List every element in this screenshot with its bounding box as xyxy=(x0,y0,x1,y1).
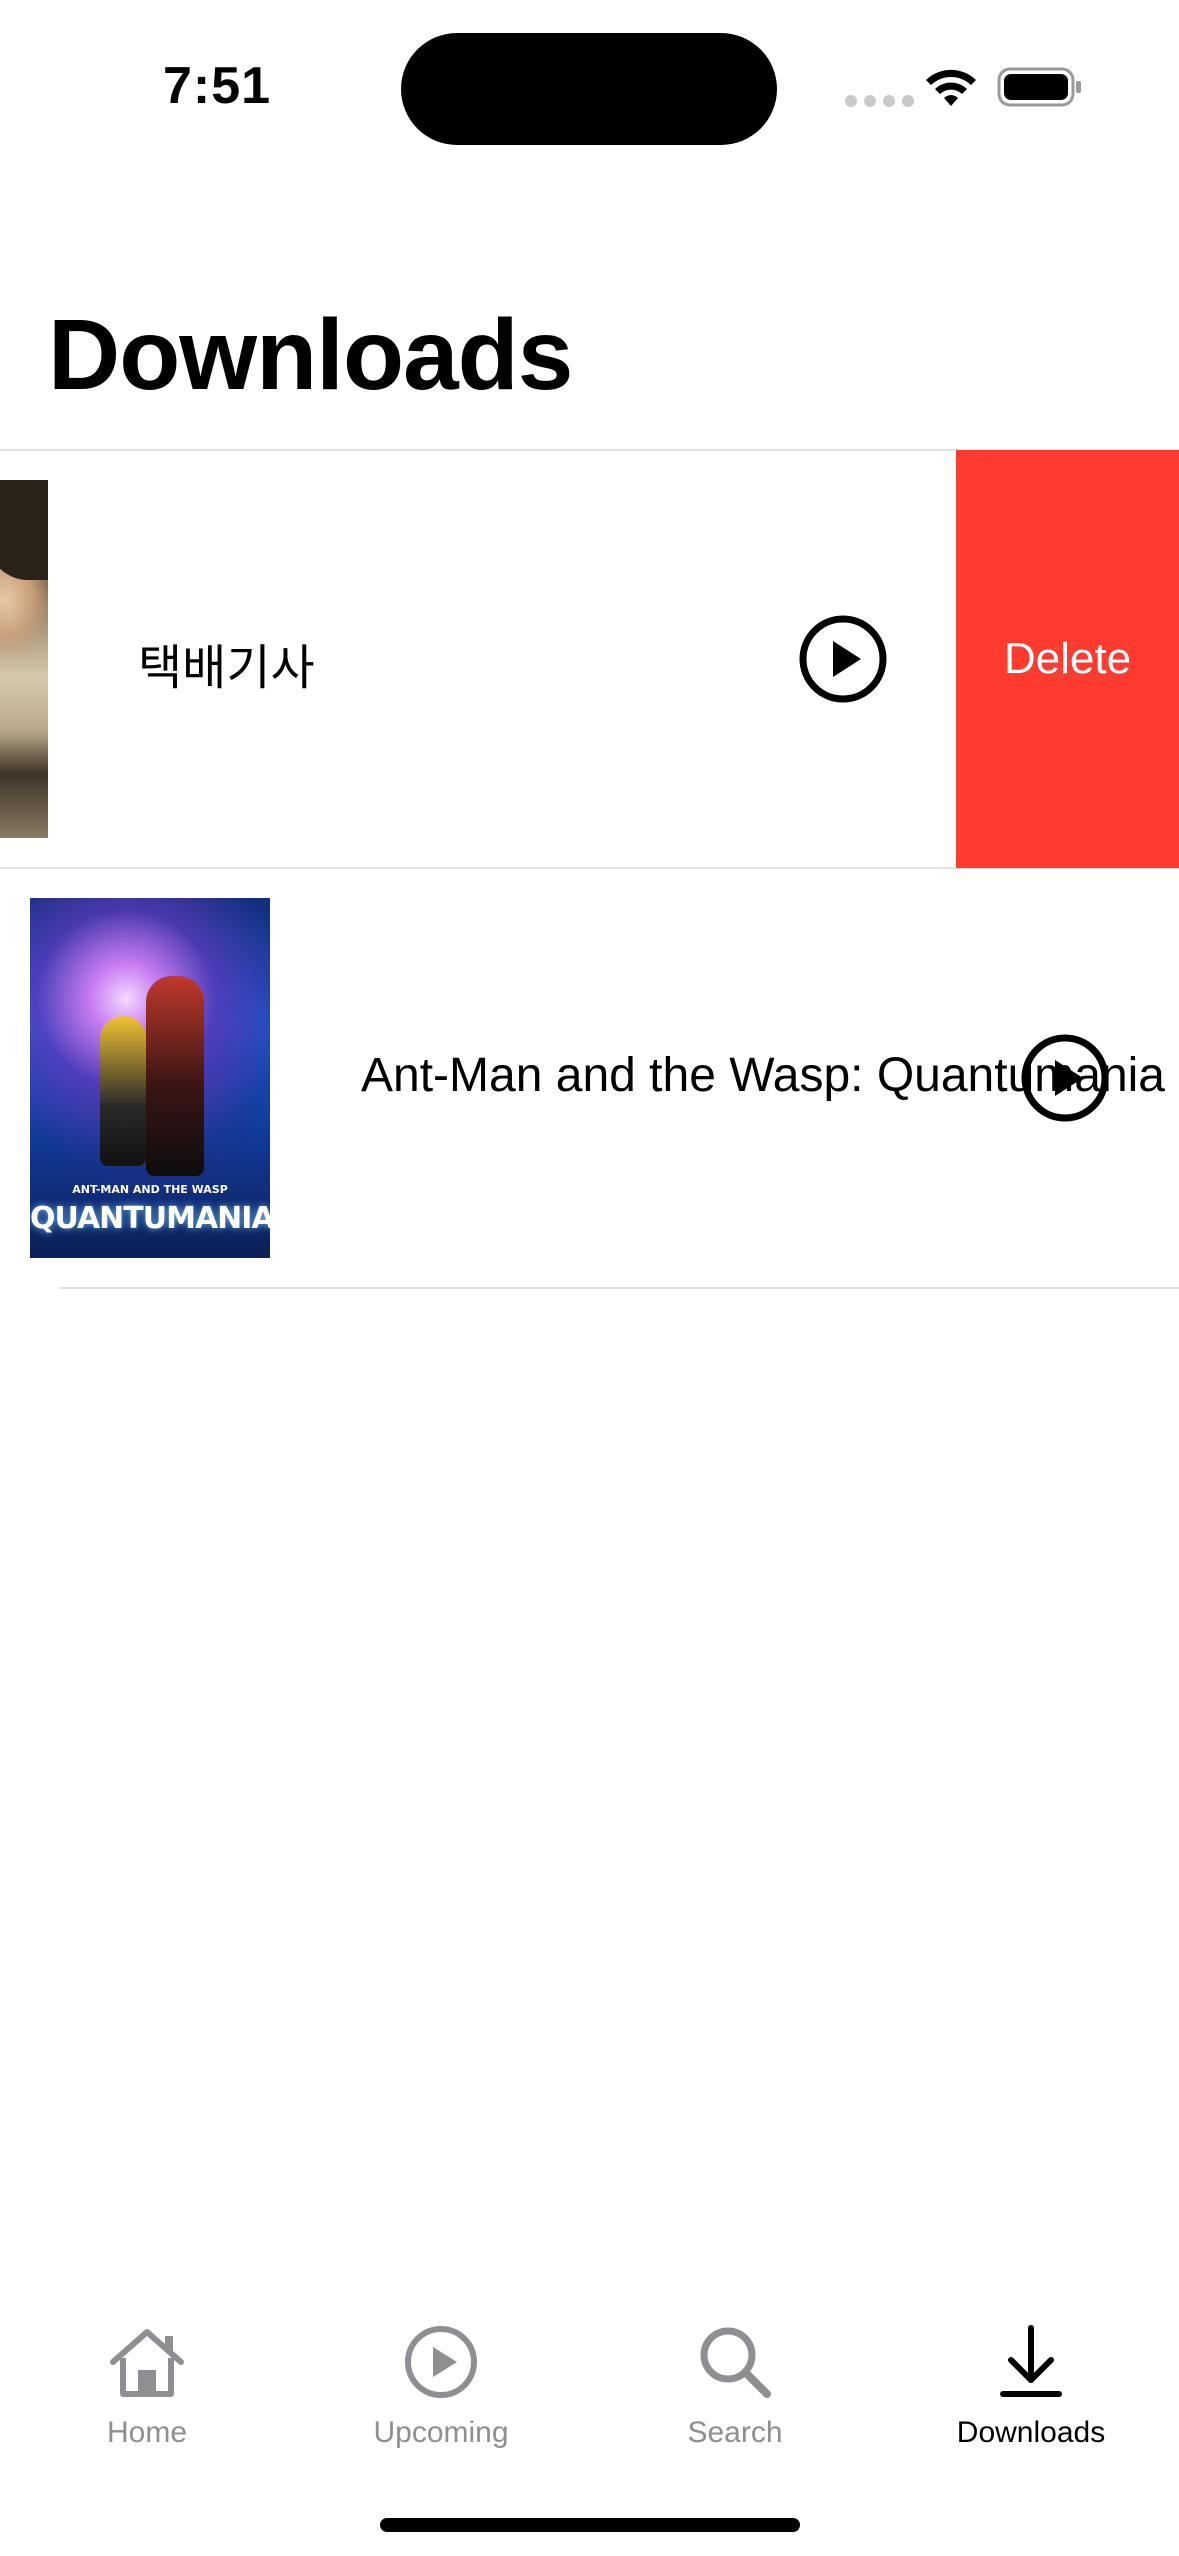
play-circle-icon[interactable] xyxy=(1021,1034,1109,1122)
tab-downloads[interactable]: Downloads xyxy=(884,2300,1178,2480)
tab-label: Downloads xyxy=(956,2416,1106,2449)
house-icon xyxy=(110,2329,184,2397)
dynamic-island xyxy=(401,33,777,145)
poster-image xyxy=(0,480,48,838)
tab-upcoming[interactable]: Upcoming xyxy=(294,2300,588,2480)
status-time: 7:51 xyxy=(163,57,272,115)
delete-button[interactable]: Delete xyxy=(956,450,1179,868)
cellular-signal-icon xyxy=(845,95,914,107)
tab-search[interactable]: Search xyxy=(588,2300,882,2480)
download-title: 택배기사 xyxy=(138,642,315,695)
poster-title: QUANTUMANIA xyxy=(30,1201,270,1236)
poster-image: ANT-MAN AND THE WASP QUANTUMANIA xyxy=(30,898,270,1258)
play-circle-icon[interactable] xyxy=(799,615,887,703)
tab-bar: Home Upcoming Search Downloads xyxy=(0,2300,1179,2480)
magnifying-glass-icon xyxy=(700,2327,771,2398)
play-circle-icon xyxy=(405,2326,477,2398)
wifi-icon xyxy=(926,69,976,106)
battery-icon xyxy=(997,67,1081,107)
download-arrow-icon xyxy=(1000,2325,1062,2397)
poster-subtitle: ANT-MAN AND THE WASP xyxy=(72,1183,228,1196)
page-title: Downloads xyxy=(48,299,573,411)
tab-label: Home xyxy=(106,2416,188,2449)
list-item[interactable]: ANT-MAN AND THE WASP QUANTUMANIA Ant-Man… xyxy=(0,868,1179,1286)
tab-home[interactable]: Home xyxy=(0,2300,294,2480)
home-indicator[interactable] xyxy=(380,2518,800,2532)
row-separator xyxy=(59,1287,1179,1289)
tab-label: Search xyxy=(687,2416,783,2449)
tab-label: Upcoming xyxy=(373,2416,509,2449)
